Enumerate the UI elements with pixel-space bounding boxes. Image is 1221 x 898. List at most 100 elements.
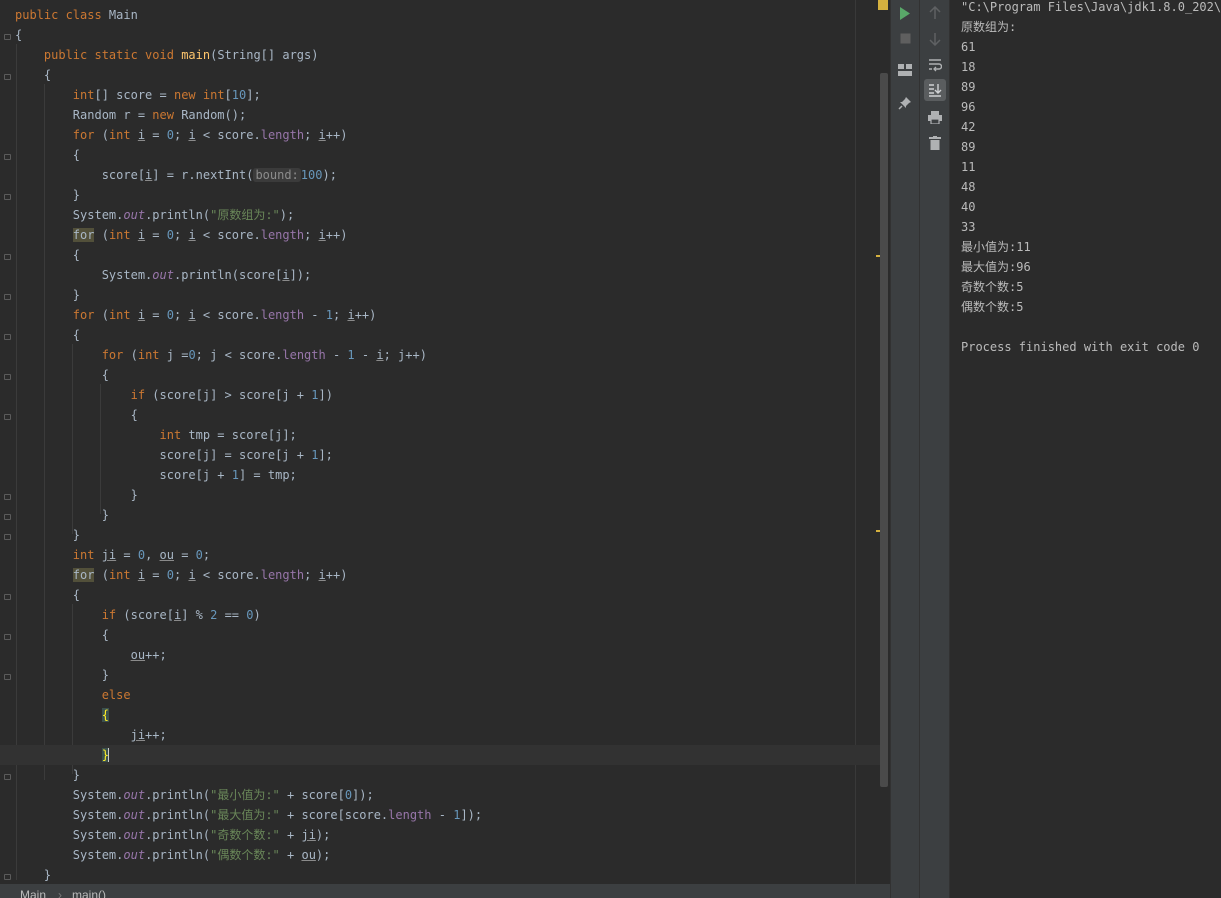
code-line: System.out.println("原数组为:");: [15, 205, 294, 225]
stop-icon[interactable]: [894, 27, 916, 49]
code-token: {: [15, 628, 109, 642]
code-token: out: [123, 848, 146, 862]
code-token: int: [137, 348, 167, 362]
print-icon[interactable]: [924, 106, 946, 128]
fold-marker[interactable]: [4, 494, 11, 500]
run-console[interactable]: "C:\Program Files\Java\jdk1.8.0_202\bi 原…: [949, 0, 1221, 898]
code-line: }: [15, 745, 109, 765]
code-token: (: [94, 228, 109, 242]
code-line: }: [15, 485, 138, 505]
code-token: ++): [325, 128, 348, 142]
fold-marker[interactable]: [4, 34, 11, 40]
code-editor[interactable]: public class Main { public static void ma…: [0, 0, 890, 884]
code-token: ];: [246, 88, 261, 102]
code-token: }: [15, 768, 81, 782]
layout-icon[interactable]: [894, 59, 916, 81]
code-line: {: [15, 25, 22, 45]
code-line: for (int j =0; j < score.length - 1 - i;…: [15, 345, 427, 365]
play-icon[interactable]: [894, 2, 916, 24]
code-line: int[] score = new int[10];: [15, 85, 261, 105]
code-token: 1: [347, 348, 355, 362]
code-token: -: [354, 348, 377, 362]
code-line: {: [15, 145, 80, 165]
soft-wrap-icon[interactable]: [924, 54, 946, 76]
code-line: System.out.println(score[i]);: [15, 265, 312, 285]
console-output-line: 最大值为:96: [961, 260, 1031, 274]
code-token: + score[: [279, 788, 345, 802]
code-token: out: [123, 788, 146, 802]
code-token: ++;: [145, 728, 167, 742]
breadcrumb-method[interactable]: main(): [72, 888, 106, 898]
code-token: out: [123, 828, 146, 842]
code-token: ;: [304, 568, 319, 582]
code-token: (: [101, 308, 109, 322]
trash-icon[interactable]: [924, 132, 946, 154]
fold-marker[interactable]: [4, 254, 11, 260]
fold-marker[interactable]: [4, 594, 11, 600]
code-token: + score[score.: [279, 808, 389, 822]
code-token: =: [116, 548, 138, 562]
fold-marker[interactable]: [4, 414, 11, 420]
code-token: ++): [354, 308, 377, 322]
code-line: else: [15, 685, 131, 705]
fold-marker[interactable]: [4, 534, 11, 540]
code-token: j =: [166, 348, 189, 362]
console-output-line: 奇数个数:5: [961, 280, 1024, 294]
fold-marker[interactable]: [4, 774, 11, 780]
code-token: ]);: [352, 788, 374, 802]
text-caret: [107, 748, 109, 762]
code-token: ji: [301, 828, 316, 842]
code-line: int tmp = score[j];: [15, 425, 297, 445]
code-token: int: [72, 88, 95, 102]
console-output-line: 33: [961, 220, 976, 234]
code-token: +: [279, 828, 302, 842]
code-token: < score.: [195, 128, 261, 142]
console-output-line: 48: [961, 180, 976, 194]
code-token: < score.: [195, 308, 261, 322]
code-token: score[j] = score[j +: [15, 448, 312, 462]
code-token: i: [376, 348, 384, 362]
fold-marker[interactable]: [4, 674, 11, 680]
code-token: public class: [15, 8, 109, 22]
fold-marker[interactable]: [4, 194, 11, 200]
code-token: 0: [188, 348, 196, 362]
code-token: "原数组为:": [210, 208, 280, 222]
fold-marker[interactable]: [4, 294, 11, 300]
code-line: }: [15, 525, 80, 545]
code-line: {: [15, 245, 80, 265]
fold-marker[interactable]: [4, 374, 11, 380]
code-token: i: [188, 308, 196, 322]
breadcrumb-class[interactable]: Main: [20, 888, 46, 898]
code-token: score[: [15, 168, 146, 182]
code-token: int: [159, 428, 189, 442]
code-token: length: [260, 128, 305, 142]
analysis-status-icon[interactable]: [878, 0, 888, 10]
fold-marker[interactable]: [4, 154, 11, 160]
code-token: Random r =: [15, 108, 153, 122]
scroll-to-end-icon[interactable]: [924, 79, 946, 101]
fold-marker[interactable]: [4, 514, 11, 520]
code-token: Main: [108, 8, 138, 22]
code-token: ];: [318, 448, 333, 462]
code-token: length: [282, 348, 326, 362]
code-token: ;: [304, 228, 319, 242]
code-token: .println(score[: [173, 268, 283, 282]
code-token: int: [108, 128, 138, 142]
code-line: }: [15, 765, 80, 785]
fold-marker[interactable]: [4, 74, 11, 80]
code-token: ou: [159, 548, 174, 562]
code-line: }: [15, 865, 51, 884]
arrow-up-icon[interactable]: [924, 2, 946, 24]
arrow-down-icon[interactable]: [924, 28, 946, 50]
console-output-line: 原数组为:: [961, 20, 1017, 34]
editor-scrollbar[interactable]: [880, 73, 888, 787]
pin-icon[interactable]: [894, 92, 916, 114]
fold-marker[interactable]: [4, 334, 11, 340]
fold-marker[interactable]: [4, 874, 11, 880]
fold-marker[interactable]: [4, 634, 11, 640]
